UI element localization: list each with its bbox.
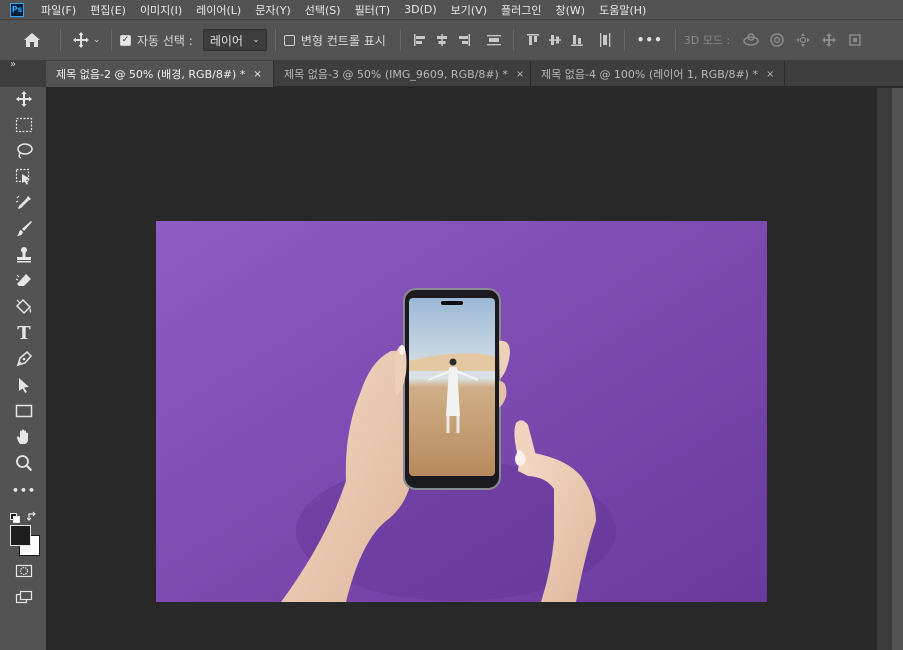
tab-document-3[interactable]: 제목 없음-3 @ 50% (IMG_9609, RGB/8#) * × [274, 61, 531, 87]
object-select-tool-icon[interactable] [12, 166, 36, 188]
photoshop-logo-icon[interactable]: Ps [10, 2, 24, 17]
eraser-tool-icon[interactable] [12, 270, 36, 292]
path-select-tool-icon[interactable] [12, 374, 36, 396]
menu-3d[interactable]: 3D(D) [397, 3, 444, 16]
align-right-edges-icon[interactable] [453, 33, 475, 47]
align-top-edges-icon[interactable] [522, 33, 544, 47]
type-tool-icon[interactable]: T [12, 322, 36, 344]
divider [111, 29, 112, 51]
divider [512, 29, 514, 51]
document-image[interactable] [156, 221, 767, 602]
align-horizontal-centers-icon[interactable] [431, 33, 453, 47]
more-tools-icon[interactable]: ••• [12, 479, 36, 501]
3d-slide-icon[interactable] [816, 32, 842, 48]
3d-scale-icon[interactable] [842, 32, 868, 48]
distribute-horizontal-icon[interactable] [594, 32, 616, 48]
align-vertical-centers-icon[interactable] [544, 33, 566, 47]
menu-type[interactable]: 문자(Y) [248, 2, 298, 18]
tab-label: 제목 없음-4 @ 100% (레이어 1, RGB/8#) * [541, 68, 758, 81]
divider [60, 29, 61, 51]
right-panel-dock [892, 88, 903, 650]
auto-select-target-value: 레이어 [209, 33, 243, 48]
chevron-down-icon: ⌄ [252, 35, 260, 45]
transform-controls-label: 변형 컨트롤 표시 [300, 33, 386, 48]
pen-tool-icon[interactable] [12, 348, 36, 370]
3d-orbit-icon[interactable] [738, 32, 764, 48]
close-icon[interactable]: × [766, 69, 774, 80]
document-tab-bar: 제목 없음-2 @ 50% (배경, RGB/8#) * × 제목 없음-3 @… [46, 61, 903, 87]
marquee-tool-icon[interactable] [12, 114, 36, 136]
paint-bucket-tool-icon[interactable] [12, 296, 36, 318]
tab-label: 제목 없음-3 @ 50% (IMG_9609, RGB/8#) * [284, 68, 508, 81]
close-icon[interactable]: × [253, 69, 261, 80]
chevron-down-icon: ⌄ [92, 35, 101, 45]
menu-view[interactable]: 보기(V) [444, 2, 494, 18]
foreground-color-swatch[interactable] [10, 525, 31, 546]
eyedropper-tool-icon[interactable] [12, 192, 36, 214]
zoom-tool-icon[interactable] [12, 452, 36, 474]
hand-tool-icon[interactable] [12, 426, 36, 448]
move-icon [72, 32, 89, 48]
divider [674, 29, 676, 51]
divider [274, 29, 276, 51]
rectangle-tool-icon[interactable] [12, 400, 36, 422]
screen-mode-icon[interactable] [12, 586, 36, 608]
align-left-edges-icon[interactable] [409, 33, 431, 47]
menu-plugins[interactable]: 플러그인 [494, 2, 548, 18]
align-bottom-edges-icon[interactable] [566, 33, 588, 47]
move-tool-preset-picker[interactable]: ⌄ [69, 31, 103, 49]
menu-file[interactable]: 파일(F) [34, 2, 83, 18]
auto-select-checkbox[interactable]: ✓ [120, 34, 131, 46]
close-icon[interactable]: × [516, 69, 524, 80]
3d-mode-label: 3D 모드 : [683, 34, 731, 47]
auto-select-target-dropdown[interactable]: 레이어 ⌄ [202, 29, 267, 51]
brush-tool-icon[interactable] [12, 218, 36, 240]
clone-stamp-tool-icon[interactable] [12, 244, 36, 266]
auto-select-label: 자동 선택 : [137, 33, 193, 48]
menu-window[interactable]: 창(W) [548, 2, 592, 18]
tools-panel: T ••• [0, 87, 46, 650]
panel-collapse-button[interactable]: » [0, 59, 46, 87]
move-tool-icon[interactable] [12, 88, 36, 110]
tab-label: 제목 없음-2 @ 50% (배경, RGB/8#) * [56, 68, 246, 81]
tab-document-4[interactable]: 제목 없음-4 @ 100% (레이어 1, RGB/8#) * × [531, 61, 785, 87]
divider [623, 29, 625, 51]
tab-document-2[interactable]: 제목 없음-2 @ 50% (배경, RGB/8#) * × [46, 61, 274, 87]
quick-mask-icon[interactable] [12, 560, 36, 582]
3d-roll-icon[interactable] [764, 32, 790, 48]
divider [399, 29, 401, 51]
home-icon[interactable] [12, 32, 52, 48]
menu-bar: Ps 파일(F) 편집(E) 이미지(I) 레이어(L) 문자(Y) 선택(S)… [0, 0, 903, 19]
3d-drag-icon[interactable] [790, 32, 816, 48]
lasso-tool-icon[interactable] [12, 140, 36, 162]
double-chevron-icon: » [10, 59, 17, 70]
canvas-area[interactable] [46, 88, 877, 650]
menu-help[interactable]: 도움말(H) [592, 2, 653, 18]
options-bar: ⌄ ✓ 자동 선택 : 레이어 ⌄ 변형 컨트롤 표시 ••• 3D 모드 : [0, 19, 903, 61]
vertical-scrollbar[interactable] [877, 88, 892, 650]
menu-image[interactable]: 이미지(I) [133, 2, 189, 18]
distribute-vertical-icon[interactable] [483, 33, 505, 47]
more-options-button[interactable]: ••• [637, 33, 663, 47]
menu-select[interactable]: 선택(S) [298, 2, 348, 18]
menu-edit[interactable]: 편집(E) [83, 2, 133, 18]
menu-layer[interactable]: 레이어(L) [189, 2, 248, 18]
transform-controls-checkbox[interactable] [283, 34, 295, 46]
swap-colors-icon[interactable] [26, 507, 38, 526]
menu-filter[interactable]: 필터(T) [348, 2, 398, 18]
